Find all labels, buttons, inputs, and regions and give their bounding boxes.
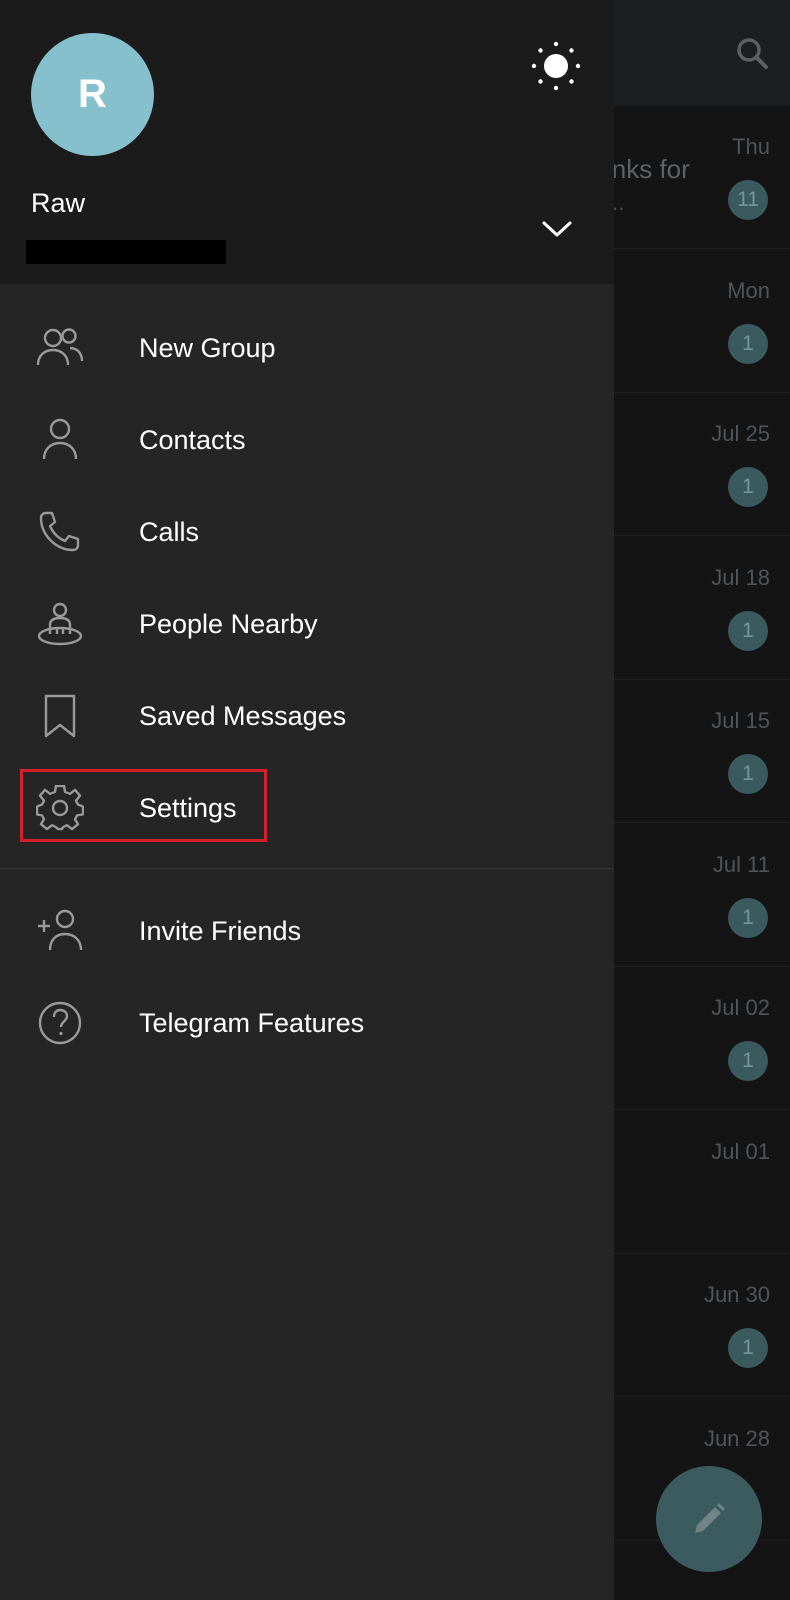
chat-date: Mon: [727, 277, 770, 303]
chat-snippet: inks for: [606, 154, 690, 184]
menu-item-label: Saved Messages: [139, 700, 347, 731]
chevron-down-icon[interactable]: [538, 214, 576, 244]
chat-date: Jun 30: [703, 1282, 770, 1307]
help-icon: [38, 1001, 82, 1045]
avatar[interactable]: R: [31, 33, 154, 156]
redacted-phone-number: [26, 240, 226, 264]
invite-friends-icon: [38, 909, 83, 951]
unread-badge: 11: [728, 180, 768, 220]
calls-icon: [39, 511, 80, 552]
unread-badge: 1: [728, 1041, 768, 1081]
saved-messages-icon: [44, 694, 76, 738]
people-nearby-icon: [37, 602, 83, 646]
unread-badge: 1: [728, 754, 768, 794]
chat-date: Jul 11: [712, 851, 770, 877]
menu-item-label: Calls: [139, 516, 200, 547]
menu-item-people-nearby[interactable]: People Nearby: [0, 578, 614, 670]
menu-item-label: Invite Friends: [139, 915, 302, 946]
new-group-icon: [36, 328, 84, 366]
unread-badge: 1: [728, 467, 768, 507]
menu-item-telegram-features[interactable]: Telegram Features: [0, 977, 614, 1069]
pencil-icon: [695, 1503, 725, 1533]
menu-item-label: Contacts: [139, 424, 246, 455]
sun-icon[interactable]: [530, 40, 582, 92]
avatar-letter: R: [78, 72, 107, 116]
chat-date: Jul 18: [711, 564, 770, 590]
menu-item-new-group[interactable]: New Group: [0, 302, 614, 394]
chat-date: Jul 02: [711, 995, 770, 1020]
chat-date: Jul 15: [711, 708, 770, 733]
chat-date: Jun 28: [703, 1425, 770, 1451]
search-icon[interactable]: [735, 36, 769, 70]
menu-item-invite-friends[interactable]: Invite Friends: [0, 885, 614, 977]
unread-badge: 1: [728, 1328, 768, 1368]
drawer-header: R Raw: [0, 0, 614, 284]
settings-icon: [36, 785, 84, 831]
chat-date: Jul 25: [711, 421, 770, 446]
menu-divider: [0, 868, 614, 869]
menu-item-label: Telegram Features: [139, 1007, 365, 1038]
compose-button[interactable]: [656, 1466, 762, 1572]
chat-date: Jul 01: [711, 1138, 770, 1164]
unread-badge: 1: [728, 323, 768, 364]
menu-item-label: Settings: [139, 792, 237, 823]
menu-item-contacts[interactable]: Contacts: [0, 394, 614, 486]
chat-date: Thu: [732, 134, 770, 159]
menu-item-calls[interactable]: Calls: [0, 486, 614, 578]
unread-badge: 1: [728, 897, 768, 938]
contacts-icon: [42, 418, 78, 460]
menu-item-label: People Nearby: [139, 608, 318, 639]
drawer-menu: New Group Contacts Calls People Nearby S…: [0, 302, 614, 1069]
unread-badge: 1: [728, 610, 768, 651]
menu-item-settings[interactable]: Settings: [0, 762, 614, 854]
user-name: Raw: [31, 188, 86, 218]
navigation-drawer: R Raw New Group Contacts Calls People Ne…: [0, 0, 614, 1600]
menu-item-label: New Group: [139, 332, 276, 363]
menu-item-saved-messages[interactable]: Saved Messages: [0, 670, 614, 762]
